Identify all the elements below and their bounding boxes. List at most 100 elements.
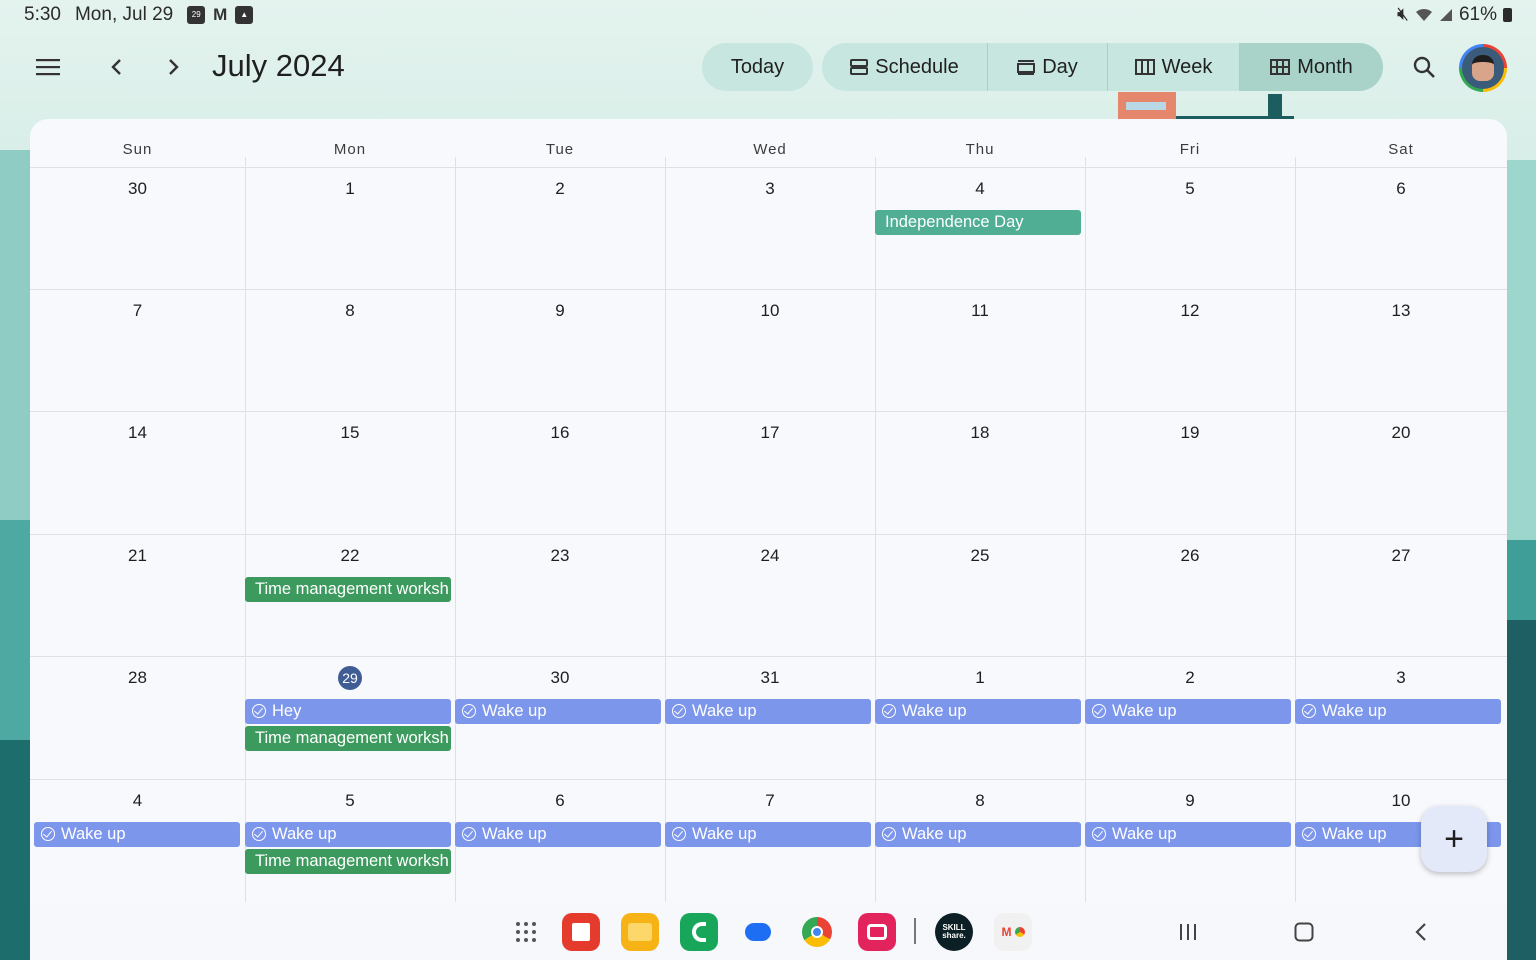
event-title: Wake up	[902, 825, 967, 843]
task-chip[interactable]: Wake up	[665, 822, 871, 847]
task-check-icon	[672, 704, 686, 718]
date-number: 28	[128, 668, 147, 687]
task-chip[interactable]: Wake up	[455, 822, 661, 847]
gmail-notification-icon: M	[213, 5, 228, 24]
date-number: 1	[345, 179, 355, 198]
task-check-icon	[462, 704, 476, 718]
app-bar: July 2024 Today Schedule Day Week Month	[0, 36, 1536, 98]
date-number: 26	[1180, 546, 1200, 565]
event-title: Wake up	[902, 702, 967, 720]
signal-icon	[1439, 9, 1452, 21]
task-chip[interactable]: Wake up	[1295, 699, 1501, 724]
task-chip[interactable]: Wake up	[245, 822, 451, 847]
task-check-icon	[672, 827, 686, 841]
event-title: Wake up	[1322, 702, 1387, 720]
chevron-right-icon	[169, 59, 179, 75]
week-icon	[1134, 59, 1155, 75]
skillshare-icon[interactable]: SKILL share.	[935, 913, 973, 951]
date-number: 3	[765, 179, 775, 198]
date-number: 24	[760, 546, 780, 565]
calendar-event[interactable]: Time management worksh	[245, 849, 451, 874]
screen-recorder-icon[interactable]	[858, 913, 896, 951]
status-date: Mon, Jul 29	[74, 4, 174, 25]
day-view-label: Day	[1042, 55, 1078, 78]
gmail-chrome-pair-icon[interactable]: M	[994, 913, 1032, 951]
task-chip[interactable]: Wake up	[875, 822, 1081, 847]
home-button[interactable]	[1284, 916, 1324, 948]
month-title[interactable]: July 2024	[212, 48, 345, 84]
back-button[interactable]	[1401, 916, 1441, 948]
battery-icon	[1503, 8, 1512, 22]
date-number: 6	[555, 791, 565, 810]
task-check-icon	[41, 827, 55, 841]
week-view-button[interactable]: Week	[1108, 43, 1240, 91]
date-number: 8	[345, 301, 355, 320]
app-drawer-icon[interactable]	[507, 913, 545, 951]
back-icon	[1415, 923, 1426, 941]
recents-icon	[1180, 924, 1196, 940]
calendar-event[interactable]: Time management worksh	[245, 577, 451, 602]
task-check-icon	[882, 704, 896, 718]
schedule-view-label: Schedule	[875, 55, 959, 78]
date-number: 7	[132, 301, 143, 320]
schedule-view-button[interactable]: Schedule	[822, 43, 988, 91]
event-title: Wake up	[1112, 825, 1177, 843]
date-number: 25	[970, 546, 990, 565]
recents-button[interactable]	[1168, 916, 1208, 948]
month-icon	[1270, 59, 1291, 75]
weekday-label: Mon	[333, 141, 367, 158]
task-chip[interactable]: Wake up	[34, 822, 240, 847]
today-date-number: 29	[245, 666, 455, 690]
task-check-icon	[1092, 827, 1106, 841]
date-number: 16	[550, 423, 570, 442]
plus-icon: +	[1444, 819, 1464, 858]
date-number: 4	[975, 179, 985, 198]
holiday-event[interactable]: Independence Day	[875, 210, 1081, 235]
account-avatar[interactable]	[1459, 44, 1507, 92]
create-event-button[interactable]: +	[1421, 806, 1487, 872]
date-number: 6	[1396, 179, 1406, 198]
task-chip[interactable]: Wake up	[1085, 699, 1291, 724]
date-number: 11	[971, 301, 989, 320]
task-check-icon	[1302, 704, 1316, 718]
avatar-photo	[1472, 55, 1494, 81]
taskbar: SKILL share. M	[30, 902, 1507, 960]
date-number: 17	[760, 423, 780, 442]
search-button[interactable]	[1400, 43, 1448, 91]
task-check-icon	[1302, 827, 1316, 841]
previous-month-button[interactable]	[92, 43, 140, 91]
date-number: 31	[760, 668, 780, 687]
date-number: 23	[550, 546, 570, 565]
task-chip[interactable]: Wake up	[875, 699, 1081, 724]
phone-icon[interactable]	[680, 913, 718, 951]
date-number: 9	[1185, 791, 1195, 810]
event-title: Wake up	[61, 825, 126, 843]
day-view-button[interactable]: Day	[988, 43, 1108, 91]
date-number: 5	[345, 791, 355, 810]
messages-icon[interactable]	[739, 913, 777, 951]
month-view-button[interactable]: Month	[1240, 43, 1383, 91]
month-grid: Sun Mon Tue Wed Thu Fri Sat 30 1 2 3 4 5 6 7 8 9 10 11 12 1…	[30, 119, 1507, 960]
my-files-icon[interactable]	[621, 913, 659, 951]
task-chip[interactable]: Wake up	[455, 699, 661, 724]
next-month-button[interactable]	[150, 43, 198, 91]
today-button[interactable]: Today	[702, 43, 813, 91]
date-number: 14	[128, 423, 147, 442]
calendar-event[interactable]: Time management worksh	[245, 726, 451, 751]
date-number: 22	[340, 546, 360, 565]
task-chip[interactable]: Wake up	[1085, 822, 1291, 847]
event-title: Time management worksh	[255, 729, 449, 747]
chrome-icon[interactable]	[798, 913, 836, 951]
weekday-header: Sun Mon Tue Wed Thu Fri Sat	[30, 119, 1507, 167]
flipboard-icon[interactable]	[562, 913, 600, 951]
weekday-label: Tue	[545, 141, 575, 158]
menu-button[interactable]	[24, 43, 72, 91]
date-number: 3	[1396, 668, 1406, 687]
task-check-icon	[462, 827, 476, 841]
task-chip[interactable]: Wake up	[665, 699, 871, 724]
status-time: 5:30	[24, 4, 61, 25]
date-number: 19	[1180, 423, 1200, 442]
month-view-label: Month	[1297, 55, 1353, 78]
task-chip[interactable]: Hey	[245, 699, 451, 724]
event-title: Time management worksh	[255, 580, 449, 598]
